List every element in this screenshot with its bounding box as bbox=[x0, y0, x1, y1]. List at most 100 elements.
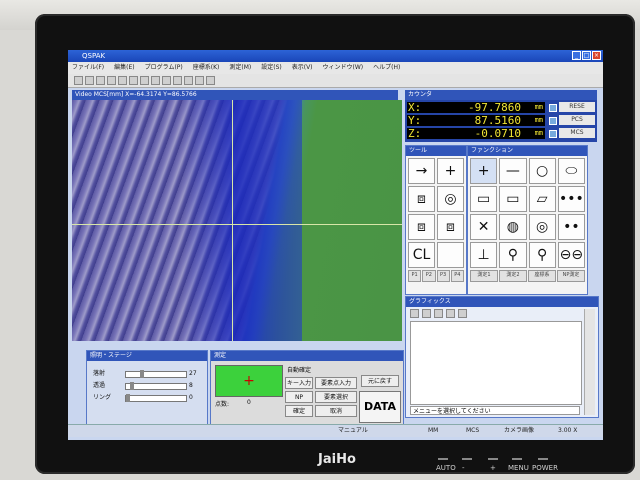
undo-button[interactable]: 元に戻す bbox=[361, 375, 399, 387]
graphics-fit-icon[interactable] bbox=[434, 309, 443, 318]
y-checkbox[interactable] bbox=[549, 117, 557, 125]
func-point[interactable]: + bbox=[470, 158, 498, 184]
mcs-button[interactable]: MCS bbox=[559, 128, 595, 138]
graphics-delete-icon[interactable] bbox=[446, 309, 455, 318]
func-distance[interactable]: •• bbox=[557, 214, 585, 240]
key-input-button[interactable]: キー入力 bbox=[285, 377, 313, 389]
stop-icon[interactable] bbox=[162, 76, 171, 85]
x-checkbox[interactable] bbox=[549, 104, 557, 112]
tool-box-b[interactable]: ⧈ bbox=[437, 214, 464, 240]
menu-program[interactable]: プログラム(P) bbox=[145, 62, 183, 74]
tab-measure1[interactable]: 測定1 bbox=[470, 270, 498, 282]
element-select-button[interactable]: 要素選択 bbox=[315, 391, 357, 403]
confirm-button[interactable]: 確定 bbox=[285, 405, 313, 417]
tool-edge[interactable]: ⧈ bbox=[408, 186, 435, 212]
light-row-epi: 落射 27 bbox=[93, 370, 197, 378]
auto-button[interactable] bbox=[438, 458, 448, 460]
menu-edit[interactable]: 編集(E) bbox=[114, 62, 134, 74]
tool-cross[interactable]: + bbox=[437, 158, 464, 184]
menu-view[interactable]: 表示(V) bbox=[292, 62, 313, 74]
graphics-panel: グラフィックス メニューを選択してください bbox=[405, 296, 599, 418]
menu-help[interactable]: ヘルプ(H) bbox=[373, 62, 400, 74]
graphics-scrollbar[interactable] bbox=[584, 309, 595, 415]
func-angle[interactable]: ◍ bbox=[499, 214, 527, 240]
close-button[interactable]: × bbox=[592, 51, 601, 60]
run-icon[interactable] bbox=[151, 76, 160, 85]
light-row-trans: 透過 8 bbox=[93, 382, 193, 390]
new-icon[interactable] bbox=[74, 76, 83, 85]
auto-confirm-checkbox[interactable]: 自動確定 bbox=[287, 365, 311, 374]
tool-box-a[interactable]: ⧈ bbox=[408, 214, 435, 240]
copy-icon[interactable] bbox=[129, 76, 138, 85]
maximize-button[interactable]: □ bbox=[582, 51, 591, 60]
tool-clear[interactable]: CL bbox=[408, 242, 435, 268]
status-coord: MCS bbox=[466, 427, 480, 434]
minimize-button[interactable]: _ bbox=[572, 51, 581, 60]
epi-slider[interactable] bbox=[125, 370, 187, 378]
paste-icon[interactable] bbox=[140, 76, 149, 85]
func-perpendicular[interactable]: ⊥ bbox=[470, 242, 498, 268]
tab-p1[interactable]: P1 bbox=[408, 270, 422, 282]
graphics-tool-icon[interactable] bbox=[410, 309, 419, 318]
cancel-button[interactable]: 取消 bbox=[315, 405, 357, 417]
reset-button[interactable]: RESE bbox=[559, 102, 595, 112]
func-rect[interactable]: ▭ bbox=[470, 186, 498, 212]
menu-window[interactable]: ウィンドウ(W) bbox=[323, 62, 364, 74]
video-view[interactable] bbox=[72, 100, 402, 341]
func-line[interactable]: — bbox=[499, 158, 527, 184]
func-slot[interactable]: ▭ bbox=[499, 186, 527, 212]
tab-measure2[interactable]: 測定2 bbox=[499, 270, 527, 282]
print-icon[interactable] bbox=[107, 76, 116, 85]
func-circle[interactable]: ○ bbox=[528, 158, 556, 184]
func-circle-pair[interactable]: ⊖⊖ bbox=[557, 242, 585, 268]
save-icon[interactable] bbox=[96, 76, 105, 85]
graphics-canvas[interactable] bbox=[410, 321, 582, 405]
window-title: QSPAK bbox=[82, 52, 106, 60]
tab-p3[interactable]: P3 bbox=[436, 270, 450, 282]
menu-button[interactable] bbox=[512, 458, 522, 460]
video-title: Video MCS[mm] X=-64.3174 Y=86.5766 bbox=[72, 90, 398, 100]
open-icon[interactable] bbox=[85, 76, 94, 85]
graphics-zoom-icon[interactable] bbox=[422, 309, 431, 318]
tool-empty[interactable] bbox=[437, 242, 464, 268]
coord-y: Y: 87.5160 mm bbox=[407, 114, 545, 127]
tab-np-measure[interactable]: NP測定 bbox=[557, 270, 585, 282]
func-pitch[interactable]: ••• bbox=[557, 186, 585, 212]
menu-coord[interactable]: 座標系(K) bbox=[193, 62, 220, 74]
pcs-button[interactable]: PCS bbox=[559, 115, 595, 125]
func-point-circle-b[interactable]: ⚲ bbox=[528, 242, 556, 268]
func-ellipse[interactable]: ⬭ bbox=[557, 158, 585, 184]
z-checkbox[interactable] bbox=[549, 130, 557, 138]
ring-slider[interactable] bbox=[125, 394, 187, 402]
record-icon[interactable] bbox=[206, 76, 215, 85]
power-button[interactable] bbox=[538, 458, 548, 460]
tab-p4[interactable]: P4 bbox=[450, 270, 464, 282]
tool-arrow[interactable]: → bbox=[408, 158, 435, 184]
camera-icon[interactable] bbox=[173, 76, 182, 85]
graphics-undo-icon[interactable] bbox=[458, 309, 467, 318]
status-camera: カメラ画像 bbox=[504, 427, 535, 434]
menu-file[interactable]: ファイル(F) bbox=[72, 62, 104, 74]
np-button[interactable]: NP bbox=[285, 391, 313, 403]
func-concentric[interactable]: ◎ bbox=[528, 214, 556, 240]
grid-icon[interactable] bbox=[184, 76, 193, 85]
graphics-title: グラフィックス bbox=[406, 297, 598, 307]
menu-settings[interactable]: 設定(S) bbox=[261, 62, 282, 74]
add-point-button[interactable]: 要素点入力 bbox=[315, 377, 357, 389]
toolbar bbox=[68, 74, 603, 88]
menu-label: MENU bbox=[508, 464, 529, 472]
trans-slider[interactable] bbox=[125, 382, 187, 390]
plus-button[interactable] bbox=[488, 458, 498, 460]
tab-coordinate[interactable]: 座標系 bbox=[528, 270, 556, 282]
func-intersection[interactable]: ✕ bbox=[470, 214, 498, 240]
cut-icon[interactable] bbox=[118, 76, 127, 85]
coord-z: Z: -0.0710 mm bbox=[407, 127, 545, 140]
arrow-icon[interactable] bbox=[195, 76, 204, 85]
tool-circle[interactable]: ◎ bbox=[437, 186, 464, 212]
tab-p2[interactable]: P2 bbox=[422, 270, 436, 282]
menu-measure[interactable]: 測定(M) bbox=[229, 62, 251, 74]
func-parallelogram[interactable]: ▱ bbox=[528, 186, 556, 212]
func-point-circle-a[interactable]: ⚲ bbox=[499, 242, 527, 268]
minus-button[interactable] bbox=[462, 458, 472, 460]
data-button[interactable]: DATA bbox=[359, 391, 401, 423]
